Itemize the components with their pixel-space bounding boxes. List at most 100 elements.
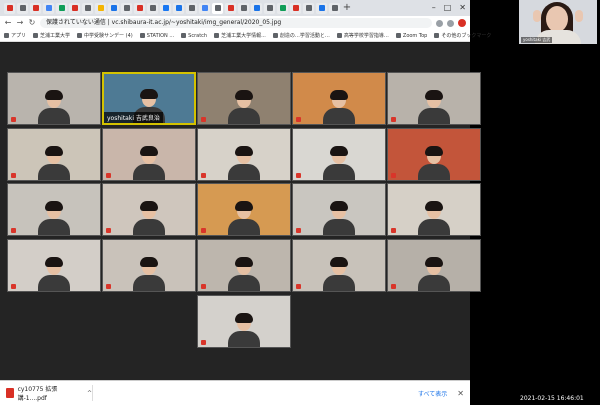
bookmark-item[interactable]: その他のブックマーク xyxy=(434,32,491,39)
maximize-icon[interactable]: □ xyxy=(444,3,452,12)
favicon-icon xyxy=(6,5,13,11)
participant-video xyxy=(226,90,262,124)
bookmark-item[interactable]: 中学受験サンデー (4) xyxy=(77,32,133,39)
participant-tile[interactable] xyxy=(197,72,291,125)
favicon-icon xyxy=(266,5,273,11)
muted-mic-icon xyxy=(296,117,301,122)
participant-tile[interactable] xyxy=(102,183,196,236)
back-icon[interactable]: ← xyxy=(4,18,12,28)
participant-tile[interactable] xyxy=(387,72,481,125)
close-download-bar-icon[interactable]: ✕ xyxy=(457,389,464,398)
tab-10[interactable] xyxy=(121,2,132,14)
tab-9[interactable] xyxy=(108,2,119,14)
muted-mic-icon xyxy=(201,173,206,178)
bookmark-item[interactable]: 創造の…学習活動と… xyxy=(272,32,330,39)
self-view-video[interactable]: yoshitaki 吉武 xyxy=(519,0,597,44)
tab-13[interactable] xyxy=(160,2,171,14)
participant-tile[interactable] xyxy=(7,239,101,292)
participant-tile[interactable] xyxy=(197,295,291,348)
favicon-icon xyxy=(292,5,299,11)
bookmark-star-icon[interactable] xyxy=(436,19,443,27)
tab-11[interactable] xyxy=(134,2,145,14)
participant-video xyxy=(36,201,72,235)
participant-tile[interactable] xyxy=(292,128,386,181)
participant-tile[interactable] xyxy=(7,183,101,236)
bookmark-item[interactable]: アプリ xyxy=(4,32,26,39)
zoom-gallery-view: yoshitaki 吉武良治 xyxy=(0,43,481,380)
tab-20[interactable] xyxy=(251,2,262,14)
tab-14[interactable] xyxy=(173,2,184,14)
tab-16[interactable] xyxy=(199,2,210,14)
participant-tile[interactable] xyxy=(197,128,291,181)
tab-18[interactable] xyxy=(225,2,236,14)
tab-21[interactable] xyxy=(264,2,275,14)
download-file-name: cy10775 拡張講-1....pdf xyxy=(17,386,58,402)
bookmark-item[interactable]: 芝浦工業大学 xyxy=(33,32,70,39)
right-hand xyxy=(575,10,583,22)
tab-23[interactable] xyxy=(290,2,301,14)
bookmark-label: 高等学校学習指導… xyxy=(343,33,389,39)
tab-5[interactable] xyxy=(56,2,67,14)
participant-tile[interactable] xyxy=(387,183,481,236)
bookmark-label: 中学受験サンデー (4) xyxy=(84,33,133,39)
tab-3[interactable] xyxy=(30,2,41,14)
profile-avatar[interactable] xyxy=(458,19,466,27)
tab-12[interactable] xyxy=(147,2,158,14)
muted-mic-icon xyxy=(201,340,206,345)
tab-7[interactable] xyxy=(82,2,93,14)
favicon-icon xyxy=(97,5,104,11)
tab-19[interactable] xyxy=(238,2,249,14)
participant-video xyxy=(321,90,357,124)
bookmark-item[interactable]: Zoom Top xyxy=(395,32,428,39)
participant-tile[interactable]: yoshitaki 吉武良治 xyxy=(102,72,196,125)
self-view-name: yoshitaki 吉武 xyxy=(521,37,553,43)
participant-tile[interactable] xyxy=(7,72,101,125)
minimize-icon[interactable]: – xyxy=(432,3,436,12)
close-icon[interactable]: ✕ xyxy=(459,3,466,12)
participant-tile[interactable] xyxy=(197,239,291,292)
bookmark-label: アプリ xyxy=(11,33,27,39)
chevron-up-icon[interactable]: ^ xyxy=(87,390,92,397)
favicon-icon xyxy=(175,5,182,11)
bookmark-item[interactable]: 高等学校学習指導… xyxy=(336,32,389,39)
participant-tile[interactable] xyxy=(102,128,196,181)
show-all-downloads-link[interactable]: すべて表示 xyxy=(418,389,447,398)
new-tab-button[interactable]: + xyxy=(342,3,352,13)
participant-tile[interactable] xyxy=(387,239,481,292)
tab-25[interactable] xyxy=(316,2,327,14)
address-bar[interactable]: 保護されていない通信 | vc.shibaura-it.ac.jp/~yoshi… xyxy=(40,18,432,28)
download-item[interactable]: cy10775 拡張講-1....pdf ^ xyxy=(6,385,93,402)
participant-video xyxy=(416,146,452,180)
favicon-icon xyxy=(227,5,234,11)
tab-17[interactable] xyxy=(212,2,223,14)
tab-8[interactable] xyxy=(95,2,106,14)
tab-4[interactable] xyxy=(43,2,54,14)
participant-tile[interactable] xyxy=(292,72,386,125)
participant-tile[interactable] xyxy=(7,128,101,181)
favicon-icon xyxy=(201,5,208,11)
muted-mic-icon xyxy=(391,228,396,233)
bookmark-item[interactable]: STATION ... xyxy=(139,33,174,39)
reload-icon[interactable]: ↻ xyxy=(28,18,36,28)
participant-tile[interactable] xyxy=(102,239,196,292)
bookmark-item[interactable]: 芝浦工業大学情報... xyxy=(214,32,266,39)
participant-tile[interactable] xyxy=(387,128,481,181)
bookmark-item[interactable]: Scratch xyxy=(181,33,207,39)
favicon-icon xyxy=(84,5,91,11)
participant-tile[interactable] xyxy=(197,183,291,236)
tab-22[interactable] xyxy=(277,2,288,14)
gmail-tab[interactable] xyxy=(4,2,15,14)
participant-tile[interactable] xyxy=(292,239,386,292)
tab-24[interactable] xyxy=(303,2,314,14)
tab-2[interactable] xyxy=(17,2,28,14)
favicon-icon xyxy=(136,5,143,11)
extension-icon[interactable] xyxy=(447,19,454,27)
tab-26[interactable] xyxy=(329,2,340,14)
browser-window: + – □ ✕ ← → ↻ 保護されていない通信 | vc.shibaura-i… xyxy=(0,0,491,405)
tab-6[interactable] xyxy=(69,2,80,14)
left-hand xyxy=(533,10,541,22)
forward-icon[interactable]: → xyxy=(16,18,24,28)
bookmark-label: Zoom Top xyxy=(402,32,428,39)
tab-15[interactable] xyxy=(186,2,197,14)
participant-tile[interactable] xyxy=(292,183,386,236)
